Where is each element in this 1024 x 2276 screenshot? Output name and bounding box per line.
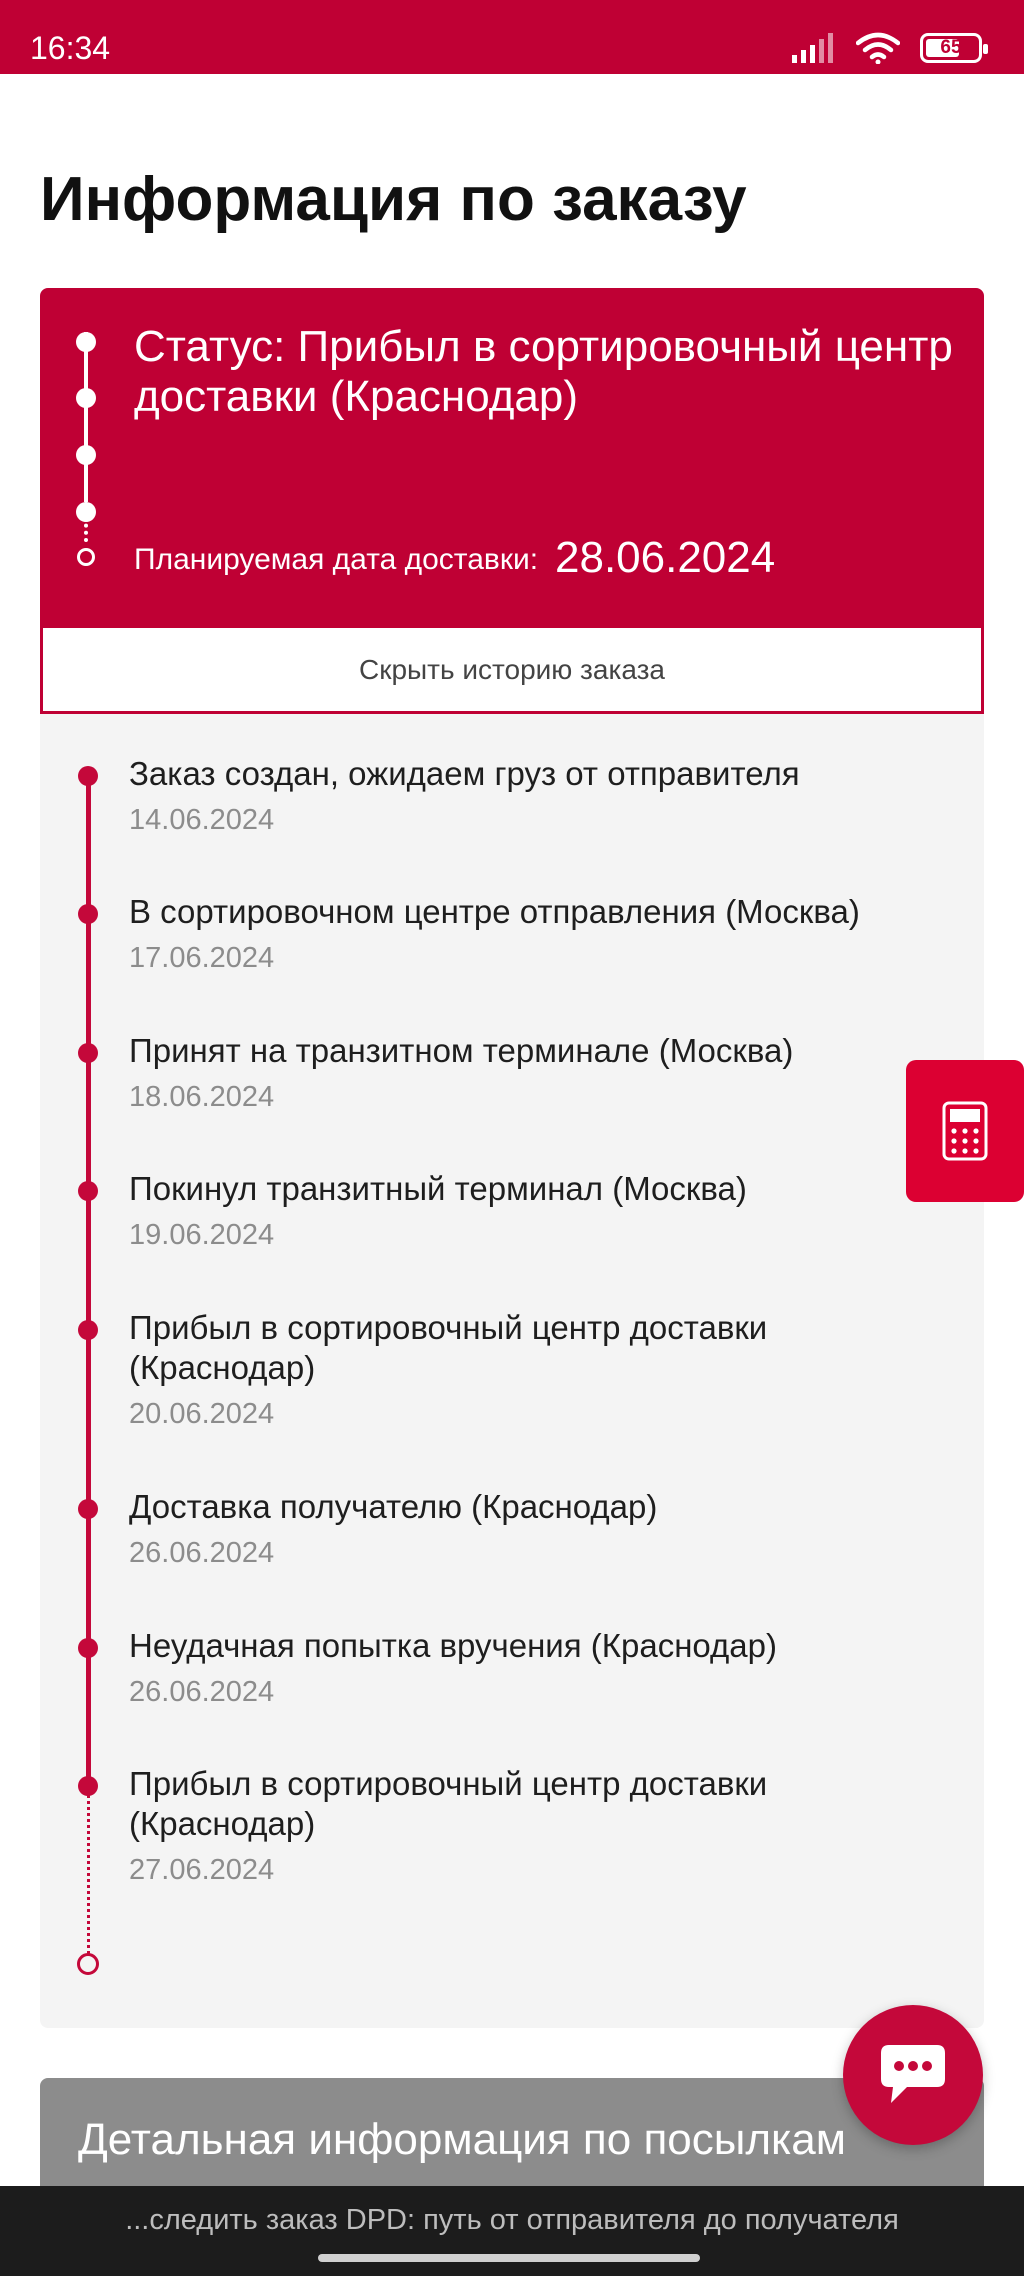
- timeline-dot: [78, 1776, 98, 1796]
- progress-line: [84, 332, 88, 502]
- history-item-date: 17.06.2024: [129, 942, 275, 974]
- status-time: 16:34: [30, 30, 111, 66]
- order-history-panel: Заказ создан, ожидаем груз от отправител…: [40, 714, 984, 2028]
- progress-dot: [76, 502, 96, 522]
- history-item-date: 26.06.2024: [129, 1537, 275, 1569]
- history-item-date: 19.06.2024: [129, 1219, 275, 1251]
- history-item-title: Доставка получателю (Краснодар): [129, 1488, 658, 1525]
- order-status: Статус: Прибыл в сортировочный центр дос…: [134, 322, 953, 421]
- delivery-date-value: 28.06.2024: [555, 533, 776, 582]
- timeline-dot: [78, 1638, 98, 1658]
- timeline-dot: [78, 904, 98, 924]
- status-card: Статус: Прибыл в сортировочный центр дос…: [40, 288, 984, 628]
- history-item-date: 27.06.2024: [129, 1854, 275, 1886]
- status-progress-track: [76, 332, 96, 568]
- battery-level: 65: [940, 37, 962, 58]
- calculator-icon: [942, 1101, 988, 1161]
- timeline-end-ring: [77, 1953, 99, 1975]
- history-item-title: Заказ создан, ожидаем груз от отправител…: [129, 755, 800, 792]
- history-item-title: Принят на транзитном терминале (Москва): [129, 1032, 794, 1069]
- chat-button[interactable]: [843, 2005, 983, 2145]
- home-indicator[interactable]: [318, 2254, 700, 2262]
- progress-end-ring: [77, 548, 95, 566]
- hide-history-button[interactable]: Скрыть историю заказа: [40, 628, 984, 714]
- timeline-line: [86, 774, 91, 1784]
- status-icons: 65: [792, 26, 988, 70]
- timeline-dot: [78, 766, 98, 786]
- battery-icon: 65: [920, 33, 988, 63]
- history-item-title: Неудачная попытка вручения (Краснодар): [129, 1627, 777, 1664]
- progress-dot: [76, 445, 96, 465]
- parcel-details-header[interactable]: Детальная информация по посылкам: [40, 2078, 984, 2202]
- progress-dot: [76, 332, 96, 352]
- history-item-date: 14.06.2024: [129, 804, 275, 836]
- parcel-details-title: Детальная информация по посылкам: [78, 2115, 846, 2164]
- page-title: Информация по заказу: [40, 165, 747, 234]
- timeline-dash: [87, 1784, 90, 1960]
- battery-tip: [983, 44, 988, 54]
- timeline-dot: [78, 1181, 98, 1201]
- history-item-title: Покинул транзитный терминал (Москва): [129, 1170, 747, 1207]
- status-bar: 16:34 65: [0, 0, 1024, 74]
- calculator-button[interactable]: [906, 1060, 1024, 1202]
- wifi-icon: [856, 32, 900, 64]
- chat-icon: [881, 2045, 945, 2103]
- bottom-caption: ...следить заказ DPD: путь от отправител…: [125, 2204, 899, 2236]
- timeline-dot: [78, 1043, 98, 1063]
- bottom-bar: ...следить заказ DPD: путь от отправител…: [0, 2186, 1024, 2276]
- progress-dot: [76, 388, 96, 408]
- history-item-title: В сортировочном центре отправления (Моск…: [129, 893, 860, 930]
- signal-icon: [792, 33, 833, 63]
- history-item-title: Прибыл в сортировочный центр доставки (К…: [129, 1765, 768, 1842]
- history-item-title: Прибыл в сортировочный центр доставки (К…: [129, 1309, 768, 1386]
- history-item-date: 18.06.2024: [129, 1081, 275, 1113]
- history-item-date: 20.06.2024: [129, 1398, 275, 1430]
- delivery-date-label: Планируемая дата доставки:: [134, 543, 539, 576]
- timeline-dot: [78, 1499, 98, 1519]
- timeline-dot: [78, 1320, 98, 1340]
- history-item-date: 26.06.2024: [129, 1676, 275, 1708]
